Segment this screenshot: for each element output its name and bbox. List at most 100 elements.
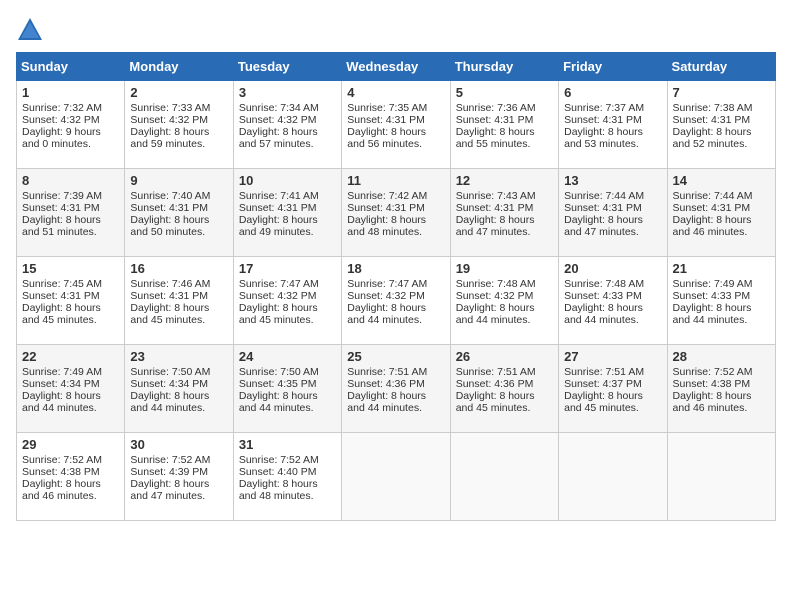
daylight-text: Daylight: 8 hours and 53 minutes. — [564, 126, 643, 150]
day-number: 20 — [564, 261, 661, 276]
sunrise-text: Sunrise: 7:52 AM — [22, 454, 102, 466]
sunset-text: Sunset: 4:31 PM — [456, 202, 534, 214]
day-number: 31 — [239, 437, 336, 452]
daylight-text: Daylight: 8 hours and 46 minutes. — [673, 390, 752, 414]
calendar-week-3: 15 Sunrise: 7:45 AM Sunset: 4:31 PM Dayl… — [17, 257, 776, 345]
daylight-text: Daylight: 8 hours and 52 minutes. — [673, 126, 752, 150]
calendar-cell: 31 Sunrise: 7:52 AM Sunset: 4:40 PM Dayl… — [233, 433, 341, 521]
sunset-text: Sunset: 4:31 PM — [22, 290, 100, 302]
sunset-text: Sunset: 4:31 PM — [239, 202, 317, 214]
day-header-thursday: Thursday — [450, 53, 558, 81]
day-number: 12 — [456, 173, 553, 188]
sunset-text: Sunset: 4:31 PM — [673, 202, 751, 214]
day-number: 4 — [347, 85, 444, 100]
daylight-text: Daylight: 8 hours and 44 minutes. — [673, 302, 752, 326]
day-number: 14 — [673, 173, 770, 188]
calendar-cell: 16 Sunrise: 7:46 AM Sunset: 4:31 PM Dayl… — [125, 257, 233, 345]
day-number: 13 — [564, 173, 661, 188]
sunrise-text: Sunrise: 7:34 AM — [239, 102, 319, 114]
day-number: 25 — [347, 349, 444, 364]
sunset-text: Sunset: 4:38 PM — [22, 466, 100, 478]
sunset-text: Sunset: 4:34 PM — [130, 378, 208, 390]
sunrise-text: Sunrise: 7:51 AM — [564, 366, 644, 378]
daylight-text: Daylight: 8 hours and 55 minutes. — [456, 126, 535, 150]
sunrise-text: Sunrise: 7:47 AM — [347, 278, 427, 290]
day-header-monday: Monday — [125, 53, 233, 81]
sunset-text: Sunset: 4:36 PM — [456, 378, 534, 390]
day-number: 9 — [130, 173, 227, 188]
calendar-cell: 24 Sunrise: 7:50 AM Sunset: 4:35 PM Dayl… — [233, 345, 341, 433]
day-number: 3 — [239, 85, 336, 100]
sunset-text: Sunset: 4:32 PM — [22, 114, 100, 126]
sunset-text: Sunset: 4:33 PM — [673, 290, 751, 302]
day-number: 24 — [239, 349, 336, 364]
sunset-text: Sunset: 4:32 PM — [130, 114, 208, 126]
day-header-tuesday: Tuesday — [233, 53, 341, 81]
calendar-cell: 7 Sunrise: 7:38 AM Sunset: 4:31 PM Dayli… — [667, 81, 775, 169]
sunrise-text: Sunrise: 7:52 AM — [239, 454, 319, 466]
daylight-text: Daylight: 8 hours and 44 minutes. — [456, 302, 535, 326]
daylight-text: Daylight: 8 hours and 45 minutes. — [22, 302, 101, 326]
daylight-text: Daylight: 8 hours and 45 minutes. — [239, 302, 318, 326]
daylight-text: Daylight: 8 hours and 44 minutes. — [130, 390, 209, 414]
daylight-text: Daylight: 8 hours and 47 minutes. — [130, 478, 209, 502]
calendar-cell: 9 Sunrise: 7:40 AM Sunset: 4:31 PM Dayli… — [125, 169, 233, 257]
daylight-text: Daylight: 8 hours and 46 minutes. — [673, 214, 752, 238]
calendar-cell: 5 Sunrise: 7:36 AM Sunset: 4:31 PM Dayli… — [450, 81, 558, 169]
daylight-text: Daylight: 8 hours and 45 minutes. — [564, 390, 643, 414]
sunset-text: Sunset: 4:32 PM — [239, 114, 317, 126]
daylight-text: Daylight: 8 hours and 44 minutes. — [239, 390, 318, 414]
calendar-cell: 22 Sunrise: 7:49 AM Sunset: 4:34 PM Dayl… — [17, 345, 125, 433]
daylight-text: Daylight: 8 hours and 44 minutes. — [22, 390, 101, 414]
calendar-cell: 1 Sunrise: 7:32 AM Sunset: 4:32 PM Dayli… — [17, 81, 125, 169]
sunset-text: Sunset: 4:33 PM — [564, 290, 642, 302]
sunrise-text: Sunrise: 7:52 AM — [130, 454, 210, 466]
calendar-week-1: 1 Sunrise: 7:32 AM Sunset: 4:32 PM Dayli… — [17, 81, 776, 169]
calendar-cell: 10 Sunrise: 7:41 AM Sunset: 4:31 PM Dayl… — [233, 169, 341, 257]
sunset-text: Sunset: 4:34 PM — [22, 378, 100, 390]
calendar-cell: 29 Sunrise: 7:52 AM Sunset: 4:38 PM Dayl… — [17, 433, 125, 521]
calendar-cell: 4 Sunrise: 7:35 AM Sunset: 4:31 PM Dayli… — [342, 81, 450, 169]
sunrise-text: Sunrise: 7:36 AM — [456, 102, 536, 114]
calendar-cell — [559, 433, 667, 521]
sunrise-text: Sunrise: 7:32 AM — [22, 102, 102, 114]
sunset-text: Sunset: 4:31 PM — [130, 290, 208, 302]
day-number: 7 — [673, 85, 770, 100]
day-header-saturday: Saturday — [667, 53, 775, 81]
logo — [16, 16, 48, 44]
sunrise-text: Sunrise: 7:51 AM — [456, 366, 536, 378]
calendar-cell — [667, 433, 775, 521]
day-number: 2 — [130, 85, 227, 100]
daylight-text: Daylight: 8 hours and 49 minutes. — [239, 214, 318, 238]
day-number: 26 — [456, 349, 553, 364]
calendar-cell: 21 Sunrise: 7:49 AM Sunset: 4:33 PM Dayl… — [667, 257, 775, 345]
day-number: 27 — [564, 349, 661, 364]
calendar-cell: 12 Sunrise: 7:43 AM Sunset: 4:31 PM Dayl… — [450, 169, 558, 257]
page-container: SundayMondayTuesdayWednesdayThursdayFrid… — [16, 16, 776, 521]
day-header-friday: Friday — [559, 53, 667, 81]
sunrise-text: Sunrise: 7:39 AM — [22, 190, 102, 202]
day-number: 5 — [456, 85, 553, 100]
logo-icon — [16, 16, 44, 44]
sunset-text: Sunset: 4:32 PM — [239, 290, 317, 302]
sunrise-text: Sunrise: 7:52 AM — [673, 366, 753, 378]
daylight-text: Daylight: 9 hours and 0 minutes. — [22, 126, 101, 150]
sunrise-text: Sunrise: 7:49 AM — [673, 278, 753, 290]
header — [16, 16, 776, 44]
sunrise-text: Sunrise: 7:43 AM — [456, 190, 536, 202]
calendar-cell: 20 Sunrise: 7:48 AM Sunset: 4:33 PM Dayl… — [559, 257, 667, 345]
day-number: 16 — [130, 261, 227, 276]
sunrise-text: Sunrise: 7:47 AM — [239, 278, 319, 290]
calendar-cell: 18 Sunrise: 7:47 AM Sunset: 4:32 PM Dayl… — [342, 257, 450, 345]
sunset-text: Sunset: 4:31 PM — [130, 202, 208, 214]
daylight-text: Daylight: 8 hours and 47 minutes. — [564, 214, 643, 238]
day-header-sunday: Sunday — [17, 53, 125, 81]
daylight-text: Daylight: 8 hours and 45 minutes. — [130, 302, 209, 326]
daylight-text: Daylight: 8 hours and 48 minutes. — [347, 214, 426, 238]
sunset-text: Sunset: 4:38 PM — [673, 378, 751, 390]
calendar-week-2: 8 Sunrise: 7:39 AM Sunset: 4:31 PM Dayli… — [17, 169, 776, 257]
daylight-text: Daylight: 8 hours and 57 minutes. — [239, 126, 318, 150]
day-number: 17 — [239, 261, 336, 276]
calendar-cell: 6 Sunrise: 7:37 AM Sunset: 4:31 PM Dayli… — [559, 81, 667, 169]
sunset-text: Sunset: 4:31 PM — [22, 202, 100, 214]
